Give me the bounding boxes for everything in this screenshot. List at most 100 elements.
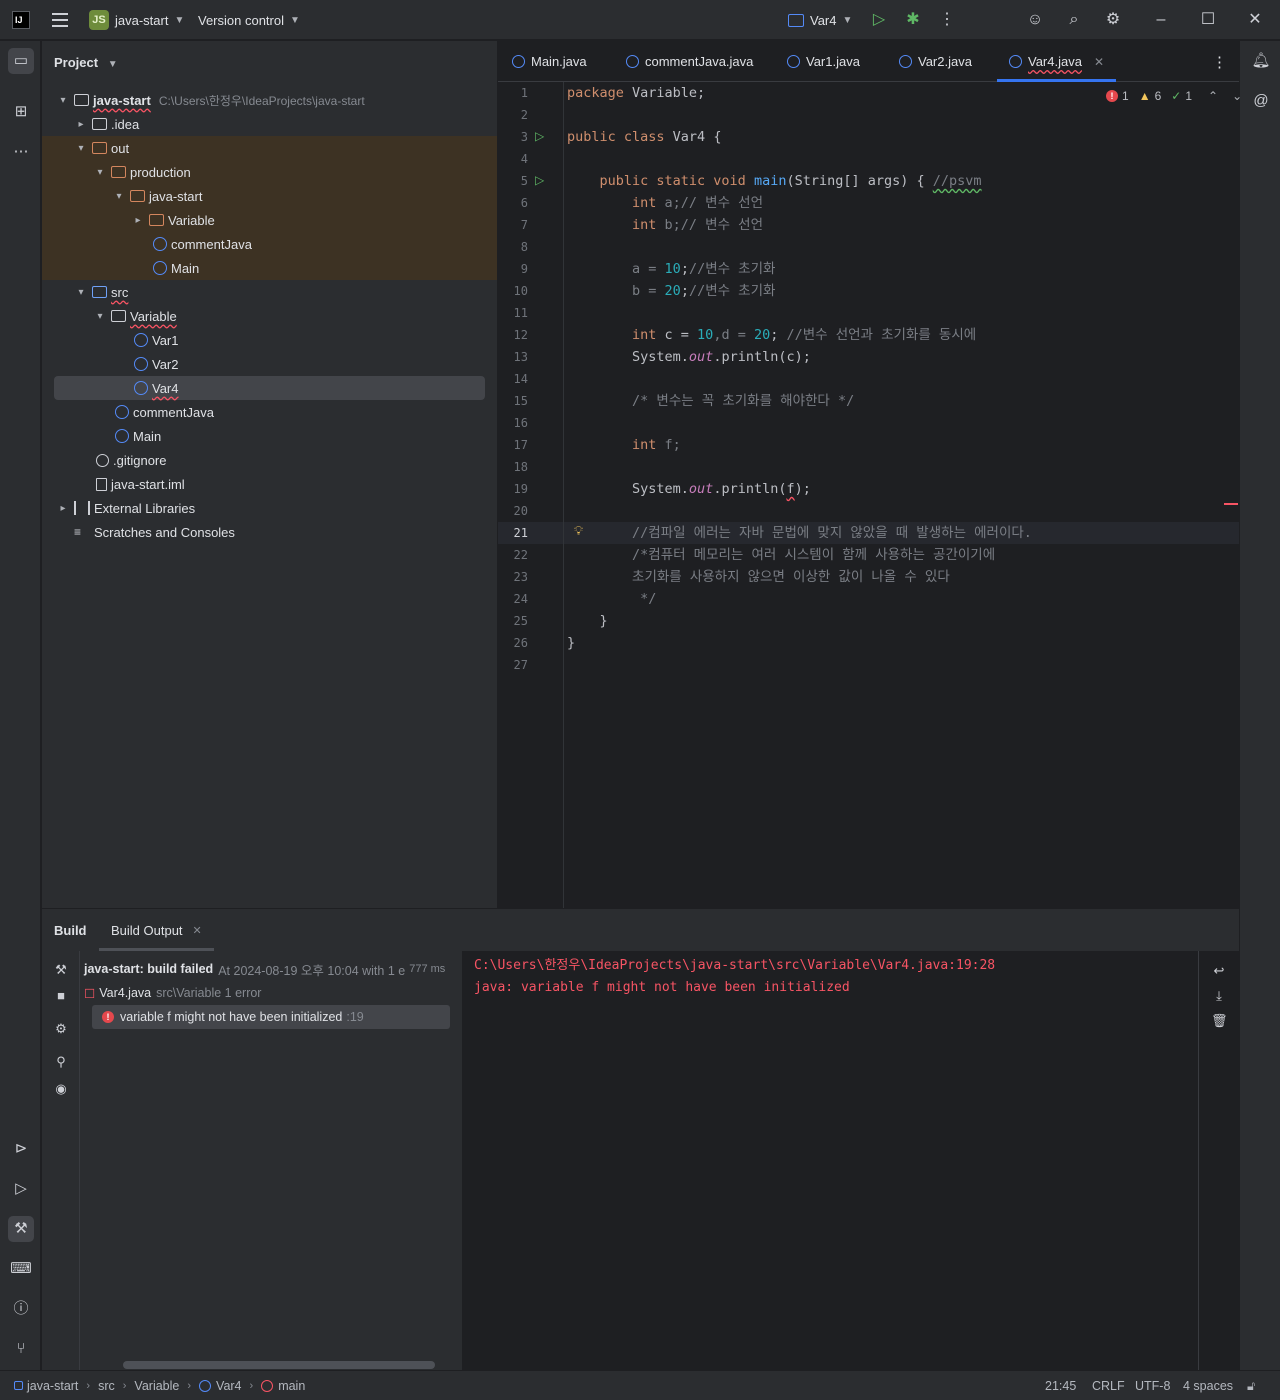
build-file-row[interactable]: ☐ Var4.java src\Variable 1 error bbox=[84, 981, 261, 1005]
breadcrumb-item[interactable]: main bbox=[278, 1379, 305, 1393]
tab-commentjava-java[interactable]: commentJava.java bbox=[626, 41, 753, 82]
build-error-row[interactable]: ! variable f might not have been initial… bbox=[92, 1005, 450, 1029]
add-user-icon[interactable]: ☺ bbox=[1025, 10, 1045, 30]
tree-row-idea[interactable]: ▸ .idea bbox=[42, 112, 497, 136]
tree-row-production[interactable]: ▾ production bbox=[42, 160, 497, 184]
tree-row-out-main[interactable]: Main bbox=[42, 256, 497, 280]
tree-row-iml[interactable]: java-start.iml bbox=[42, 472, 497, 496]
build-output-console[interactable]: C:\Users\한정우\IdeaProjects\java-start\src… bbox=[462, 951, 1198, 1371]
breadcrumb-item[interactable]: Variable bbox=[134, 1379, 179, 1393]
code-editor[interactable]: 1 2 3 4 5 6 7 8 9 10 11 12 13 14 15 16 1… bbox=[498, 82, 1242, 908]
settings-gear-icon[interactable]: ⚙ bbox=[53, 1021, 69, 1037]
notifications-bell-icon[interactable]: 🔔︎ bbox=[1248, 48, 1274, 74]
eye-icon[interactable]: ◉ bbox=[53, 1081, 69, 1097]
services-icon[interactable]: ⊳ bbox=[8, 1136, 34, 1162]
main-menu-icon[interactable] bbox=[52, 13, 68, 27]
inspection-widget[interactable]: ! 1 ▲ 6 ✓ 1 ⌃ ⌄ bbox=[1106, 88, 1242, 104]
tab-build-output[interactable]: Build Output ✕ bbox=[99, 909, 214, 951]
caret-position[interactable]: 21:45 bbox=[1045, 1371, 1076, 1400]
rebuild-hammer-icon[interactable]: ⚒ bbox=[53, 962, 69, 978]
folder-icon bbox=[92, 118, 107, 130]
line-number: 24 bbox=[513, 592, 528, 606]
status-bar: java-start › src › Variable › Var4 › mai… bbox=[0, 1370, 1280, 1400]
run-tool-icon[interactable]: ▷ bbox=[8, 1176, 34, 1202]
ai-assistant-icon[interactable]: @ bbox=[1248, 88, 1274, 114]
tab-more-icon[interactable]: ⋮ bbox=[1212, 41, 1227, 82]
build-hammer-icon[interactable]: ⚒ bbox=[8, 1216, 34, 1242]
tree-label: Scratches and Consoles bbox=[94, 524, 235, 540]
tree-row-src[interactable]: ▾ src bbox=[42, 280, 497, 304]
tree-row-out-commentjava[interactable]: commentJava bbox=[42, 232, 497, 256]
project-badge[interactable]: JS bbox=[89, 10, 109, 30]
file-error-icon: ☐ bbox=[84, 986, 96, 1001]
next-problem-icon[interactable]: ⌄ bbox=[1232, 89, 1242, 103]
vcs-menu[interactable]: Version control ▼ bbox=[198, 0, 300, 40]
tab-var4-java[interactable]: Var4.java ✕ bbox=[997, 41, 1117, 82]
breadcrumb-item[interactable]: java-start bbox=[27, 1379, 78, 1393]
run-icon[interactable]: ▷ bbox=[869, 10, 889, 30]
search-icon[interactable]: ⌕ bbox=[1064, 10, 1084, 30]
close-icon[interactable]: ✕ bbox=[1245, 10, 1265, 30]
tree-row-var4[interactable]: Var4 bbox=[54, 376, 485, 400]
breadcrumb-item[interactable]: src bbox=[98, 1379, 115, 1393]
tree-row-var2[interactable]: Var2 bbox=[42, 352, 497, 376]
excluded-folder-icon bbox=[149, 214, 164, 226]
project-switcher[interactable]: java-start ▼ bbox=[115, 0, 184, 40]
error-stripe-marker[interactable] bbox=[1224, 503, 1238, 505]
close-tab-icon[interactable]: ✕ bbox=[193, 924, 202, 937]
file-encoding[interactable]: UTF-8 bbox=[1135, 1371, 1170, 1400]
tree-row-external-libraries[interactable]: ▸ External Libraries bbox=[42, 496, 497, 520]
line-number: 13 bbox=[513, 350, 528, 364]
git-icon[interactable]: ⑂ bbox=[8, 1336, 34, 1362]
project-view-dropdown[interactable]: Project ▼ bbox=[54, 55, 118, 70]
scroll-to-end-icon[interactable]: ⤓ bbox=[1211, 988, 1227, 1004]
tab-main-java[interactable]: Main.java bbox=[512, 41, 587, 82]
prev-problem-icon[interactable]: ⌃ bbox=[1208, 89, 1218, 103]
structure-icon[interactable]: ⊞ bbox=[8, 99, 34, 125]
pin-icon[interactable]: ⚲ bbox=[53, 1054, 69, 1070]
tree-row-src-main[interactable]: Main bbox=[42, 424, 497, 448]
run-config-selector[interactable]: Var4 ▼ bbox=[788, 0, 852, 40]
breadcrumb-item[interactable]: Var4 bbox=[216, 1379, 241, 1393]
tree-row-variable-package[interactable]: ▾ Variable bbox=[42, 304, 497, 328]
java-class-icon bbox=[626, 55, 639, 68]
tree-label: production bbox=[130, 164, 191, 180]
run-main-gutter-icon[interactable]: ▷ bbox=[535, 173, 544, 187]
more-actions-icon[interactable]: ⋮ bbox=[937, 10, 957, 30]
tab-var2-java[interactable]: Var2.java bbox=[899, 41, 972, 82]
settings-gear-icon[interactable]: ⚙ bbox=[1103, 10, 1123, 30]
line-separator[interactable]: CRLF bbox=[1092, 1371, 1125, 1400]
code-line-5: public static void main(String[] args) {… bbox=[567, 173, 982, 189]
tree-row-out-variable[interactable]: ▸ Variable bbox=[42, 208, 497, 232]
problems-icon[interactable]: ⓘ bbox=[8, 1296, 34, 1322]
project-folder-icon[interactable]: ▭ bbox=[8, 48, 34, 74]
indent-setting[interactable]: 4 spaces bbox=[1183, 1371, 1233, 1400]
tree-row-var1[interactable]: Var1 bbox=[42, 328, 497, 352]
line-number: 27 bbox=[513, 658, 528, 672]
tree-row-src-commentjava[interactable]: commentJava bbox=[42, 400, 497, 424]
run-class-gutter-icon[interactable]: ▷ bbox=[535, 129, 544, 143]
terminal-icon[interactable]: ⌨ bbox=[8, 1256, 34, 1282]
lock-icon[interactable]: 🔓︎ bbox=[1247, 1371, 1255, 1400]
tree-row-scratches[interactable]: ≡ Scratches and Consoles bbox=[42, 520, 497, 544]
soft-wrap-icon[interactable]: ↩ bbox=[1211, 963, 1227, 979]
maximize-icon[interactable]: ☐ bbox=[1198, 10, 1218, 30]
breadcrumb: java-start › src › Variable › Var4 › mai… bbox=[14, 1379, 305, 1393]
java-class-icon bbox=[134, 333, 148, 347]
tree-row-root[interactable]: ▾ java-start C:\Users\한정우\IdeaProjects\j… bbox=[42, 88, 497, 112]
tree-row-out[interactable]: ▾ out bbox=[42, 136, 497, 160]
stop-icon[interactable]: ■ bbox=[53, 988, 69, 1004]
build-summary-row[interactable]: java-start: build failed At 2024-08-19 오… bbox=[84, 957, 445, 981]
close-tab-icon[interactable]: ✕ bbox=[1094, 55, 1104, 69]
right-tool-strip: 🔔︎ @ bbox=[1239, 41, 1280, 1371]
tab-var1-java[interactable]: Var1.java bbox=[787, 41, 860, 82]
clear-trash-icon[interactable]: 🗑︎ bbox=[1211, 1013, 1228, 1029]
tree-row-out-java-start[interactable]: ▾ java-start bbox=[42, 184, 497, 208]
horizontal-scrollbar[interactable] bbox=[123, 1361, 435, 1369]
more-tools-icon[interactable]: ⋯ bbox=[8, 139, 34, 165]
tree-label: out bbox=[111, 140, 130, 156]
tree-row-gitignore[interactable]: .gitignore bbox=[42, 448, 497, 472]
debug-icon[interactable]: ✱ bbox=[903, 10, 923, 30]
minimize-icon[interactable]: – bbox=[1151, 10, 1171, 30]
line-number: 17 bbox=[513, 438, 528, 452]
